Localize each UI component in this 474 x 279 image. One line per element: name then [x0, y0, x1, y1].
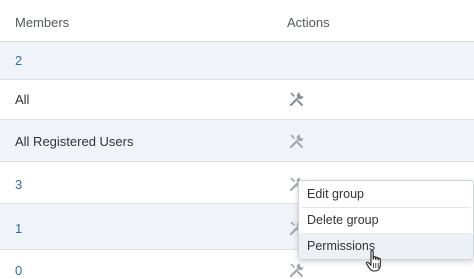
menu-item-edit-group[interactable]: Edit group — [299, 182, 473, 207]
menu-item-permissions[interactable]: Permissions — [299, 234, 473, 259]
member-link[interactable]: 2 — [15, 53, 22, 69]
column-header-members: Members — [15, 15, 70, 30]
wrench-icon[interactable] — [288, 132, 306, 150]
hand-pointer-icon — [365, 250, 381, 272]
column-header-actions: Actions — [287, 15, 330, 30]
menu-item-delete-group[interactable]: Delete group — [299, 208, 473, 233]
member-link[interactable]: 3 — [15, 177, 22, 193]
wrench-icon[interactable] — [288, 90, 306, 108]
wrench-icon[interactable] — [288, 261, 306, 279]
member-link[interactable]: 0 — [15, 263, 22, 279]
actions-dropdown-menu: Edit group Delete group Permissions — [298, 180, 474, 260]
table-row: All — [0, 80, 474, 120]
member-name: All — [15, 92, 30, 107]
table-row: 2 — [0, 42, 474, 80]
table-row: All Registered Users — [0, 120, 474, 162]
member-name: All Registered Users — [15, 134, 134, 149]
member-link[interactable]: 1 — [15, 221, 22, 237]
table-header: Members Actions — [0, 0, 474, 42]
